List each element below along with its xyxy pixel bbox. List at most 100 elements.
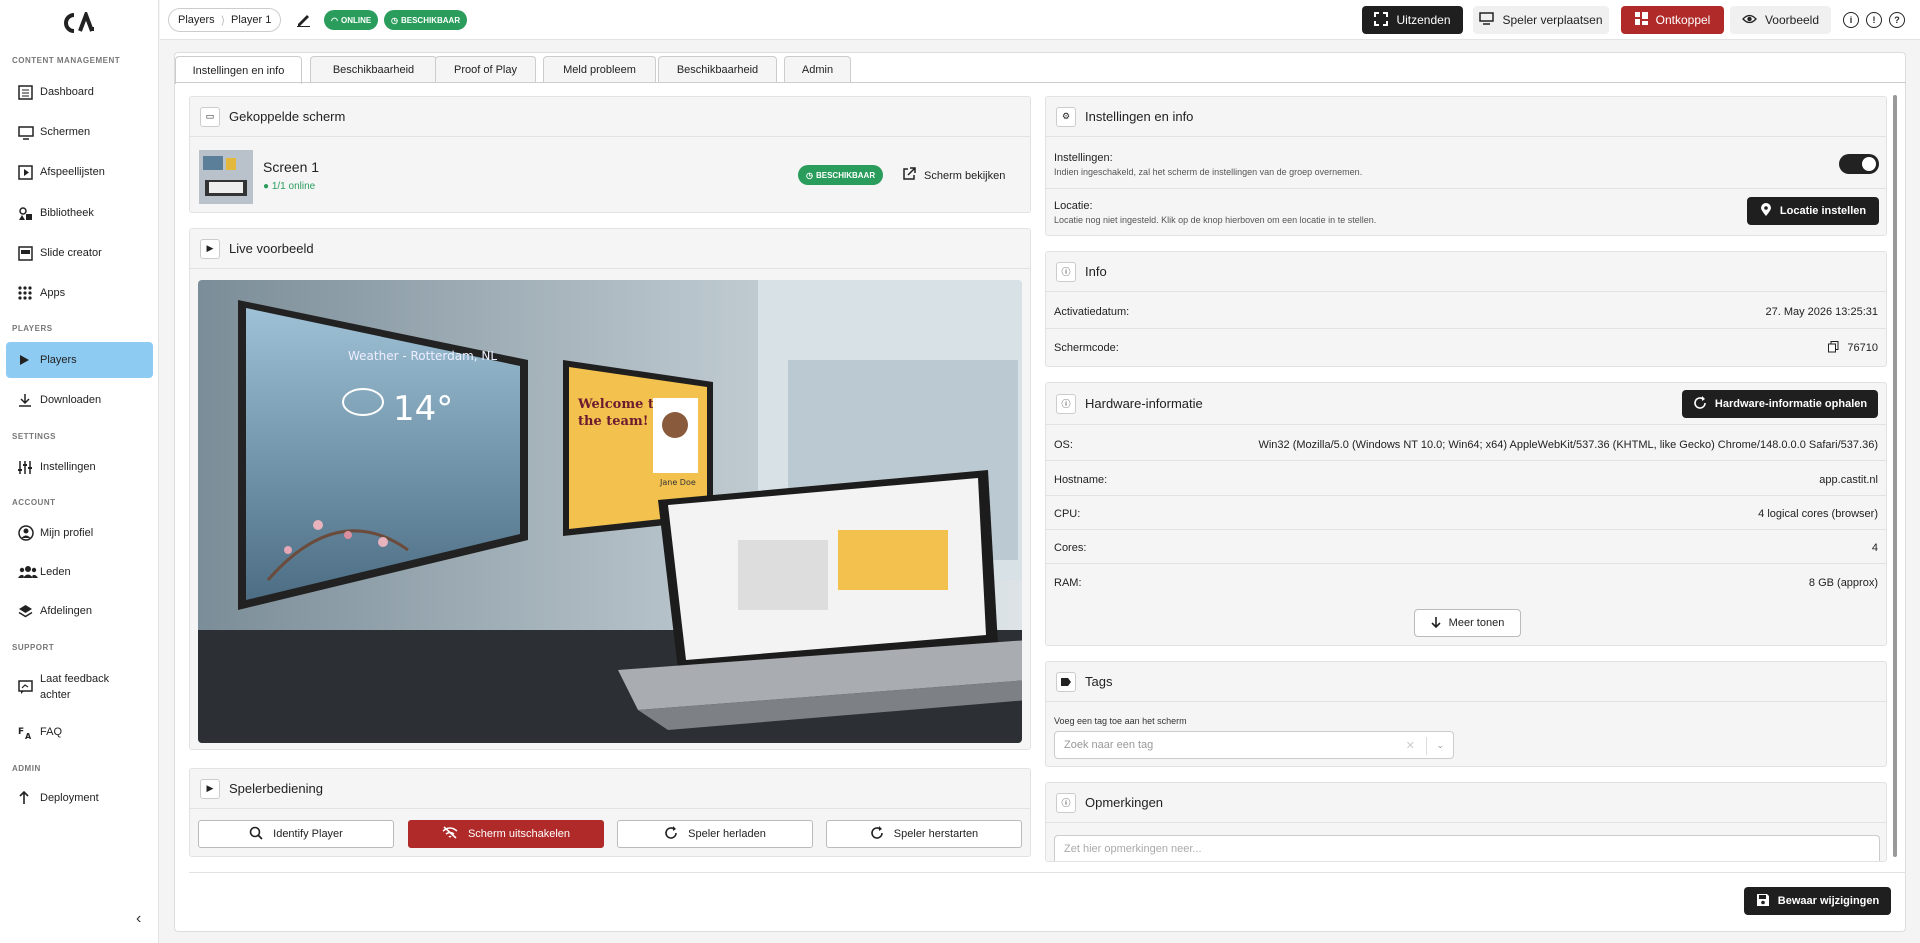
play-icon: ▶ [200, 238, 220, 259]
inherit-settings-toggle[interactable] [1839, 154, 1879, 174]
sidebar-item-players[interactable]: Players [6, 342, 153, 378]
ram-row: RAM: 8 GB (approx) [1046, 573, 1886, 593]
identify-player-button[interactable]: Identify Player [198, 820, 394, 848]
castit-logo[interactable] [60, 9, 96, 37]
sidebar-item-screens[interactable]: Schermen [6, 114, 153, 150]
tab-report-problem[interactable]: Meld probleem [543, 56, 656, 83]
view-screen-button[interactable]: Scherm bekijken [902, 167, 1005, 184]
player-control-header[interactable]: ▶ Spelerbediening [190, 769, 1030, 809]
sidebar-item-profile[interactable]: Mijn profiel [6, 515, 153, 551]
sidebar-item-feedback[interactable]: Laat feedback achter [6, 666, 153, 708]
divider [1046, 563, 1886, 564]
screen-online-status: ● 1/1 online [263, 181, 316, 192]
activation-label: Activatiedatum: [1054, 306, 1130, 318]
tab-divider [174, 82, 1906, 83]
fetch-hardware-button[interactable]: Hardware-informatie ophalen [1682, 390, 1878, 418]
location-description: Locatie nog niet ingesteld. Klik op de k… [1054, 215, 1377, 225]
move-player-button[interactable]: Speler verplaatsen [1473, 6, 1609, 34]
unlink-grid-icon [1634, 12, 1648, 28]
section-admin: ADMIN [12, 764, 41, 773]
set-location-button[interactable]: Locatie instellen [1747, 197, 1879, 225]
sidebar-item-deployment[interactable]: Deployment [6, 780, 153, 816]
notes-header: ⓘ Opmerkingen [1046, 783, 1886, 823]
sidebar-item-downloads[interactable]: Downloaden [6, 382, 153, 418]
section-content-management: CONTENT MANAGEMENT [12, 56, 121, 65]
apps-grid-icon [18, 286, 40, 300]
os-label: OS: [1054, 439, 1073, 451]
settings-label: Instellingen: [1054, 152, 1113, 164]
save-changes-button[interactable]: Bewaar wijzigingen [1744, 887, 1891, 915]
tab-availability-2[interactable]: Beschikbaarheid [658, 56, 777, 83]
sidebar-item-faq[interactable]: FA FAQ [6, 714, 153, 750]
help-icon[interactable]: ? [1889, 12, 1905, 28]
sidebar-item-slide-creator[interactable]: Slide creator [6, 235, 153, 271]
collapse-sidebar-icon[interactable]: ‹ [136, 910, 141, 928]
restart-player-label: Speler herstarten [893, 828, 979, 840]
info-header: ⓘ Info [1046, 252, 1886, 292]
tab-settings-info[interactable]: Instellingen en info [175, 56, 302, 84]
tag-search-input[interactable]: Zoek naar een tag ✕ ⌄ [1054, 731, 1454, 759]
disconnect-label: Ontkoppel [1655, 13, 1711, 27]
screen-available-badge: ◷ BESCHIKBAAR [798, 165, 884, 185]
reload-player-button[interactable]: Speler herladen [617, 820, 813, 848]
screen-off-label: Scherm uitschakelen [467, 828, 571, 840]
show-more-button[interactable]: Meer tonen [1414, 609, 1521, 637]
notes-card: ⓘ Opmerkingen Zet hier opmerkingen neer.… [1045, 782, 1887, 862]
external-link-icon [902, 167, 916, 184]
divider [1046, 495, 1886, 496]
sidebar-item-apps[interactable]: Apps [6, 275, 153, 311]
settings-info-card: ⚙ Instellingen en info Instellingen: Ind… [1045, 96, 1887, 236]
sidebar-item-settings[interactable]: Instellingen [6, 449, 153, 485]
svg-text:A: A [25, 732, 32, 740]
refresh-icon [1693, 395, 1707, 413]
clear-icon[interactable]: ✕ [1406, 739, 1415, 752]
screen-online-count: 1/1 online [271, 181, 316, 192]
restart-player-button[interactable]: Speler herstarten [826, 820, 1022, 848]
cores-value: 4 [1871, 542, 1878, 554]
tab-availability[interactable]: Beschikbaarheid [310, 56, 437, 83]
linked-screen-title: Gekoppelde scherm [229, 109, 346, 124]
chevron-down-icon[interactable]: ⌄ [1436, 740, 1444, 751]
screen-thumbnail[interactable] [199, 150, 253, 204]
broadcast-button[interactable]: Uitzenden [1362, 6, 1463, 34]
sidebar-item-dashboard[interactable]: Dashboard [6, 74, 153, 110]
hostname-row: Hostname: app.castit.nl [1046, 470, 1886, 490]
notifications-icon[interactable]: ! [1866, 12, 1882, 28]
users-icon [18, 565, 40, 579]
sidebar-item-label: Downloaden [40, 394, 102, 406]
breadcrumb-players[interactable]: Players [178, 14, 215, 26]
divider [1046, 460, 1886, 461]
tab-admin[interactable]: Admin [784, 56, 851, 83]
notes-textarea[interactable]: Zet hier opmerkingen neer... [1054, 835, 1880, 861]
activation-row: Activatiedatum: 27. May 2026 13:25:31 [1046, 302, 1886, 322]
breadcrumb: Players ⟩ Player 1 [168, 8, 282, 32]
copy-icon[interactable] [1828, 340, 1839, 356]
sidebar-item-label: Deployment [40, 792, 99, 804]
sidebar-item-departments[interactable]: Afdelingen [6, 593, 153, 629]
player-control-title: Spelerbediening [229, 781, 323, 796]
monitor-icon: ▭ [200, 106, 220, 127]
live-preview-header[interactable]: ▶ Live voorbeeld [190, 229, 1030, 269]
info-icon[interactable]: i [1843, 12, 1859, 28]
svg-text:the team!: the team! [578, 414, 648, 429]
sidebar-item-playlists[interactable]: Afspeellijsten [6, 154, 153, 190]
section-account: ACCOUNT [12, 498, 56, 507]
sidebar-item-label: Slide creator [40, 247, 102, 259]
sidebar-item-members[interactable]: Leden [6, 554, 153, 590]
preview-button[interactable]: Voorbeeld [1730, 6, 1831, 34]
screen-name[interactable]: Screen 1 [263, 159, 319, 175]
identify-player-label: Identify Player [273, 828, 343, 840]
disconnect-button[interactable]: Ontkoppel [1621, 6, 1724, 34]
settings-description: Indien ingeschakeld, zal het scherm de i… [1054, 167, 1363, 177]
divider [1046, 328, 1886, 329]
tab-proof-of-play[interactable]: Proof of Play [435, 56, 536, 83]
refresh-icon [870, 825, 884, 843]
edit-pencil-icon[interactable] [296, 12, 311, 30]
scrollbar[interactable] [1893, 95, 1897, 857]
sidebar-item-library[interactable]: Bibliotheek [6, 195, 153, 231]
screen-code-group: 76710 [1828, 340, 1878, 356]
screen-code-value: 76710 [1847, 342, 1878, 354]
monitor-icon [18, 125, 40, 140]
cpu-row: CPU: 4 logical cores (browser) [1046, 504, 1886, 524]
screen-off-button[interactable]: Scherm uitschakelen [408, 820, 604, 848]
